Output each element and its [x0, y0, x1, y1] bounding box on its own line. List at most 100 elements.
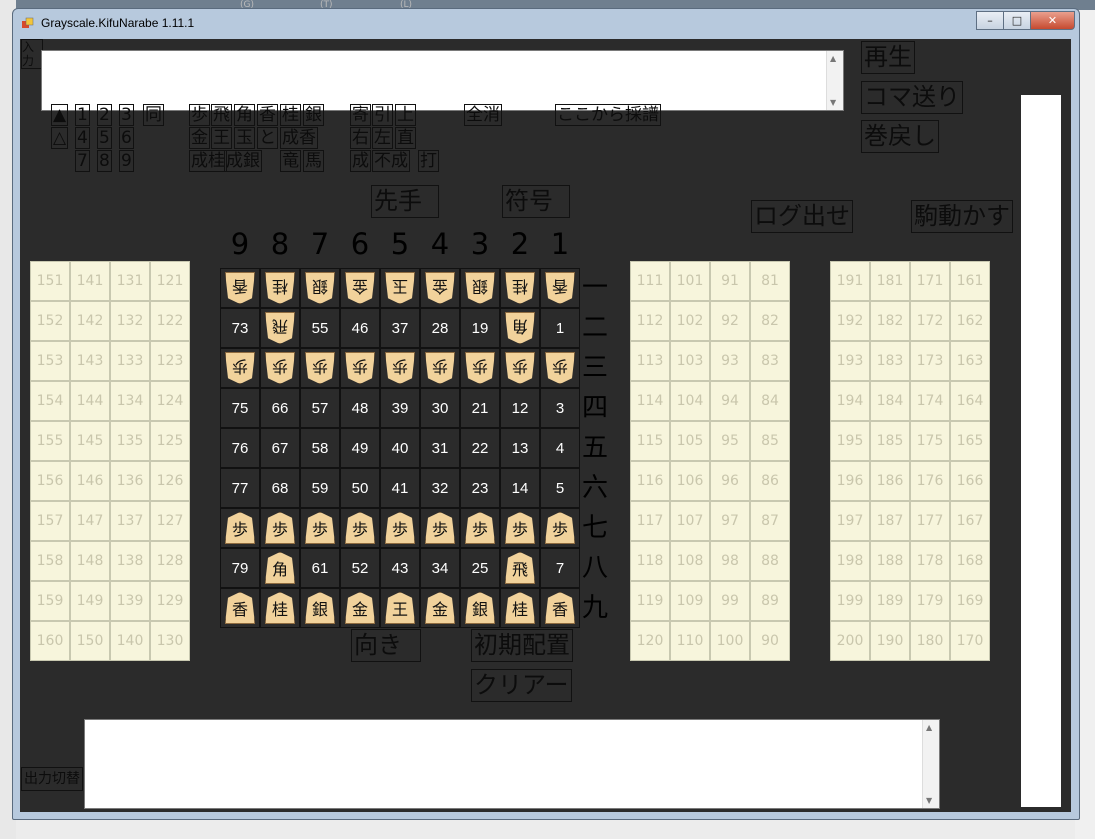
digit-button[interactable]: 5	[97, 127, 112, 149]
board-square[interactable]: 39	[380, 388, 420, 428]
stand-slot[interactable]: 146	[70, 461, 110, 501]
stand-slot[interactable]: 160	[30, 621, 70, 661]
stand-slot[interactable]: 183	[870, 341, 910, 381]
stand-slot[interactable]: 122	[150, 301, 190, 341]
board-square[interactable]: 歩	[460, 348, 500, 388]
modifier-button[interactable]: 左	[372, 127, 393, 149]
shogi-piece[interactable]: 王	[385, 592, 415, 624]
shogi-piece[interactable]: 金	[425, 272, 455, 304]
board-square[interactable]: 歩	[260, 348, 300, 388]
shogi-piece[interactable]: 歩	[225, 512, 255, 544]
shogi-board[interactable]: 香桂銀金玉金銀桂香 73 飛 55 46 37 28 19 角 1 歩歩歩歩歩歩歩歩歩 75 66 57 4…	[220, 268, 580, 628]
stand-slot[interactable]: 110	[670, 621, 710, 661]
shogi-piece[interactable]: 歩	[505, 352, 535, 384]
board-square[interactable]: 歩	[340, 508, 380, 548]
stand-slot[interactable]: 147	[70, 501, 110, 541]
stand-slot[interactable]: 169	[950, 581, 990, 621]
piece-button[interactable]: 馬	[303, 150, 324, 172]
stand-slot[interactable]: 194	[830, 381, 870, 421]
stand-slot[interactable]: 139	[110, 581, 150, 621]
stand-slot[interactable]: 152	[30, 301, 70, 341]
stand-slot[interactable]: 127	[150, 501, 190, 541]
board-square[interactable]: 5	[540, 468, 580, 508]
stand-slot[interactable]: 166	[950, 461, 990, 501]
digit-button[interactable]: 2	[97, 104, 112, 126]
stand-slot[interactable]: 173	[910, 341, 950, 381]
modifier-button[interactable]: 右	[350, 127, 371, 149]
board-square[interactable]: 37	[380, 308, 420, 348]
board-square[interactable]: 玉	[380, 268, 420, 308]
stand-slot[interactable]: 164	[950, 381, 990, 421]
shogi-piece[interactable]: 香	[225, 272, 255, 304]
board-square[interactable]: 1	[540, 308, 580, 348]
board-square[interactable]: 19	[460, 308, 500, 348]
stand-slot[interactable]: 92	[710, 301, 750, 341]
stand-slot[interactable]: 165	[950, 421, 990, 461]
piece-button[interactable]: 角	[234, 104, 255, 126]
shogi-piece[interactable]: 歩	[545, 352, 575, 384]
digit-button[interactable]: 6	[119, 127, 134, 149]
stand-slot[interactable]: 177	[910, 501, 950, 541]
board-square[interactable]: 歩	[300, 508, 340, 548]
stand-slot[interactable]: 140	[110, 621, 150, 661]
stand-slot[interactable]: 84	[750, 381, 790, 421]
clear-all-button[interactable]: 全消	[464, 104, 502, 126]
board-square[interactable]: 歩	[380, 508, 420, 548]
stand-slot[interactable]: 181	[870, 261, 910, 301]
shogi-piece[interactable]: 歩	[545, 512, 575, 544]
stand-slot[interactable]: 148	[70, 541, 110, 581]
stand-slot[interactable]: 85	[750, 421, 790, 461]
board-square[interactable]: 角	[260, 548, 300, 588]
stand-slot[interactable]: 151	[30, 261, 70, 301]
modifier-button[interactable]: 上	[395, 104, 416, 126]
board-square[interactable]: 52	[340, 548, 380, 588]
shogi-piece[interactable]: 歩	[305, 512, 335, 544]
board-square[interactable]: 55	[300, 308, 340, 348]
stand-slot[interactable]: 184	[870, 381, 910, 421]
shogi-piece[interactable]: 歩	[505, 512, 535, 544]
board-square[interactable]: 歩	[300, 348, 340, 388]
stand-slot[interactable]: 172	[910, 301, 950, 341]
stand-slot[interactable]: 101	[670, 261, 710, 301]
stand-slot[interactable]: 100	[710, 621, 750, 661]
stand-slot[interactable]: 120	[630, 621, 670, 661]
output-toggle-button[interactable]: 出力切替	[21, 767, 83, 791]
board-square[interactable]: 13	[500, 428, 540, 468]
stand-slot[interactable]: 98	[710, 541, 750, 581]
scroll-down-icon[interactable]: ▼	[926, 796, 932, 805]
stand-slot[interactable]: 97	[710, 501, 750, 541]
stand-slot[interactable]: 108	[670, 541, 710, 581]
stand-slot[interactable]: 187	[870, 501, 910, 541]
close-button[interactable]: ✕	[1030, 11, 1075, 30]
board-square[interactable]: 金	[420, 588, 460, 628]
board-square[interactable]: 28	[420, 308, 460, 348]
gote-mark-button[interactable]: △	[51, 127, 69, 149]
log-output-button[interactable]: ログ出せ	[751, 200, 853, 233]
stand-slot[interactable]: 159	[30, 581, 70, 621]
stand-slot[interactable]: 89	[750, 581, 790, 621]
shogi-piece[interactable]: 歩	[305, 352, 335, 384]
stand-slot[interactable]: 105	[670, 421, 710, 461]
shogi-piece[interactable]: 玉	[385, 272, 415, 304]
shogi-piece[interactable]: 銀	[465, 592, 495, 624]
stand-slot[interactable]: 180	[910, 621, 950, 661]
board-square[interactable]: 25	[460, 548, 500, 588]
stand-slot[interactable]: 156	[30, 461, 70, 501]
stand-slot[interactable]: 130	[150, 621, 190, 661]
move-piece-button[interactable]: 駒動かす	[911, 200, 1013, 233]
stand-slot[interactable]: 82	[750, 301, 790, 341]
piece-button[interactable]: と	[257, 127, 278, 149]
board-square[interactable]: 57	[300, 388, 340, 428]
shogi-piece[interactable]: 銀	[465, 272, 495, 304]
board-square[interactable]: 桂	[260, 588, 300, 628]
step-forward-button[interactable]: コマ送り	[861, 81, 963, 114]
notation-button[interactable]: 符号	[502, 185, 570, 218]
stand-slot[interactable]: 161	[950, 261, 990, 301]
board-square[interactable]: 飛	[260, 308, 300, 348]
board-square[interactable]: 61	[300, 548, 340, 588]
stand-slot[interactable]: 197	[830, 501, 870, 541]
board-square[interactable]: 34	[420, 548, 460, 588]
shogi-piece[interactable]: 歩	[465, 352, 495, 384]
stand-slot[interactable]: 113	[630, 341, 670, 381]
stand-slot[interactable]: 86	[750, 461, 790, 501]
